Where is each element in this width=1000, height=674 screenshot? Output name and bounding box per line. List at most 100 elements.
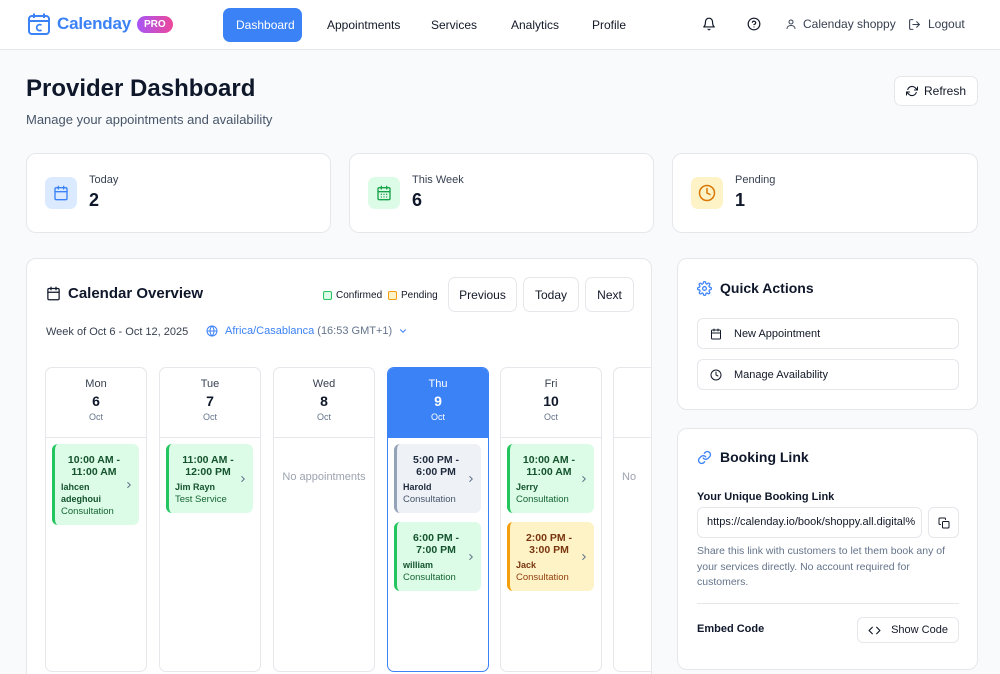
booking-link-card: Booking Link Your Unique Booking Link ht…: [677, 428, 978, 670]
calendar-overview-card: Calendar Overview Confirmed Pending Prev…: [26, 258, 652, 674]
week-stat-icon-wrap: [368, 177, 400, 209]
day-month: Oct: [316, 412, 331, 422]
quick-actions-card: Quick Actions New Appointment Manage Ava…: [677, 258, 978, 410]
stat-card-week: This Week 6: [349, 153, 654, 233]
nav-analytics[interactable]: Analytics: [498, 8, 572, 42]
show-code-label: Show Code: [891, 624, 948, 636]
appointment-card[interactable]: 2:00 PM - 3:00 PM Jack Consultation: [507, 522, 594, 591]
day-month: Oct: [88, 412, 103, 422]
calendar-icon: [47, 286, 60, 301]
code-icon: [868, 626, 881, 634]
day-name: Tue: [200, 378, 220, 390]
appointment-card[interactable]: 10:00 AM - 11:00 AM Jerry Consultation: [507, 444, 594, 513]
day-column-thu: Thu 9 Oct 5:00 PM - 6:00 PM Harold Consu…: [387, 367, 489, 672]
today-button[interactable]: Today: [523, 277, 579, 312]
stat-card-today: Today 2: [26, 153, 331, 233]
timezone-name: Africa/Casablanca: [225, 325, 315, 337]
day-number: 6: [92, 393, 100, 409]
appointment-client: Jerry: [516, 482, 539, 492]
appointment-time: 10:00 AM - 11:00 AM: [67, 454, 121, 478]
appointment-service: Consultation: [403, 572, 456, 583]
chevron-right-icon: [469, 475, 473, 482]
timezone-selector[interactable]: Africa/Casablanca (16:53 GMT+1): [206, 325, 408, 337]
appointment-client: lahcen adeghoui: [61, 482, 101, 504]
copy-icon: [938, 517, 949, 528]
legend-pending: Pending: [388, 290, 438, 301]
day-month: Oct: [543, 412, 558, 422]
stat-label: This Week: [412, 174, 464, 186]
appointment-time: 6:00 PM - 7:00 PM: [412, 532, 460, 556]
appointment-card[interactable]: 10:00 AM - 11:00 AM lahcen adeghoui Cons…: [52, 444, 139, 525]
clock-icon: [710, 369, 722, 380]
day-column-mon: Mon 6 Oct 10:00 AM - 11:00 AM lahcen ade…: [45, 367, 147, 672]
stat-label: Pending: [735, 174, 776, 186]
chevron-right-icon: [582, 553, 586, 560]
calendar-icon: [711, 328, 721, 339]
pro-badge: PRO: [137, 15, 173, 33]
logout-button[interactable]: Logout: [908, 17, 965, 31]
timezone-offset: (16:53 GMT+1): [317, 325, 393, 337]
booking-link-input[interactable]: https://calenday.io/book/shoppy.all.digi…: [697, 507, 922, 538]
week-label: Week of Oct 6 - Oct 12, 2025: [46, 326, 189, 338]
calendar-icon: [54, 185, 68, 201]
day-name: Wed: [312, 378, 336, 390]
logout-icon: [909, 18, 920, 30]
appointment-time: 11:00 AM - 12:00 PM: [182, 454, 234, 478]
user-menu[interactable]: Calenday shoppy: [785, 17, 896, 31]
brand-logo[interactable]: Calenday PRO: [27, 12, 173, 36]
new-appointment-label: New Appointment: [734, 327, 821, 340]
day-column-fri: Fri 10 Oct 10:00 AM - 11:00 AM Jerry Con…: [500, 367, 602, 672]
day-number: 10: [543, 393, 559, 409]
globe-icon: [206, 325, 218, 337]
day-name: Mon: [85, 378, 107, 390]
manage-availability-label: Manage Availability: [734, 368, 828, 381]
nav-services[interactable]: Services: [418, 8, 490, 42]
day-month: Oct: [430, 412, 445, 422]
calendar-header: Calendar Overview: [46, 285, 203, 302]
nav-profile[interactable]: Profile: [579, 8, 639, 42]
refresh-label: Refresh: [923, 84, 967, 98]
day-month: Oct: [202, 412, 217, 422]
manage-availability-button[interactable]: Manage Availability: [697, 359, 959, 390]
copy-link-button[interactable]: [928, 507, 959, 538]
stat-label: Today: [89, 174, 119, 186]
booking-link-help: Share this link with customers to let th…: [697, 545, 946, 588]
day-name: Thu: [428, 378, 448, 390]
calendar-logo-icon: [28, 13, 50, 35]
next-week-button[interactable]: Next: [585, 277, 634, 312]
day-number: 9: [434, 393, 442, 409]
appointment-card[interactable]: 6:00 PM - 7:00 PM william Consultation: [394, 522, 481, 591]
appointment-client: william: [403, 560, 434, 570]
new-appointment-button[interactable]: New Appointment: [697, 318, 959, 349]
calendar-title: Calendar Overview: [68, 285, 204, 302]
refresh-button[interactable]: Refresh: [894, 76, 978, 106]
appointment-time: 5:00 PM - 6:00 PM: [412, 454, 460, 478]
pending-stat-icon-wrap: [691, 177, 723, 209]
appointment-card[interactable]: 11:00 AM - 12:00 PM Jim Rayn Test Servic…: [166, 444, 253, 513]
booking-link-title: Booking Link: [720, 449, 809, 465]
bell-icon[interactable]: [702, 17, 716, 31]
day-column-partial: No: [613, 367, 651, 672]
calendar-grid-icon: [377, 185, 391, 201]
user-name: Calenday shoppy: [803, 17, 896, 31]
previous-week-button[interactable]: Previous: [448, 277, 517, 312]
brand-name: Calenday: [57, 14, 131, 33]
no-appointments-text: No: [622, 471, 637, 483]
today-stat-icon-wrap: [45, 177, 77, 209]
clock-icon: [698, 184, 716, 202]
appointment-card[interactable]: 5:00 PM - 6:00 PM Harold Consultation: [394, 444, 481, 513]
booking-link-header: Booking Link: [697, 449, 809, 465]
appointment-service: Test Service: [175, 494, 227, 505]
show-code-button[interactable]: Show Code: [857, 617, 959, 643]
chevron-right-icon: [469, 553, 473, 560]
help-icon[interactable]: [747, 17, 761, 31]
nav-dashboard[interactable]: Dashboard: [223, 8, 302, 42]
logout-label: Logout: [928, 17, 965, 31]
refresh-icon: [905, 85, 918, 97]
nav-appointments[interactable]: Appointments: [314, 8, 413, 42]
divider: [697, 603, 959, 604]
appointment-time: 2:00 PM - 3:00 PM: [525, 532, 573, 556]
day-header: Wed 8 Oct: [274, 368, 374, 438]
legend-confirmed-label: Confirmed: [336, 290, 383, 301]
page-subtitle: Manage your appointments and availabilit…: [26, 112, 273, 127]
